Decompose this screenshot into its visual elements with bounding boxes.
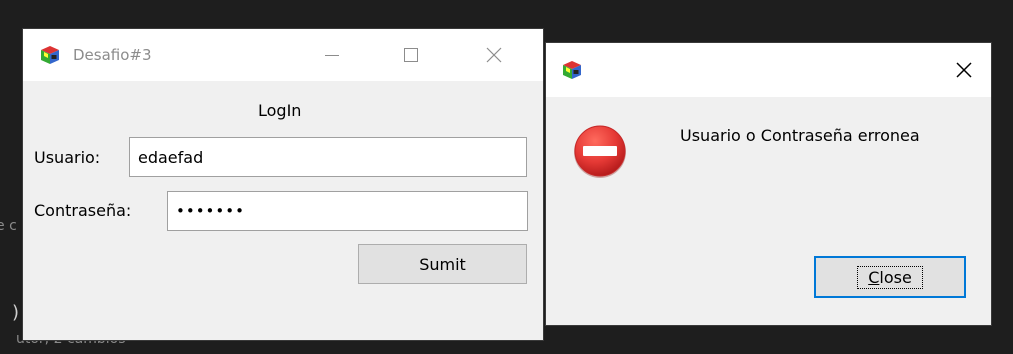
close-icon [486,47,502,63]
password-input[interactable]: ••••••• [167,191,528,231]
username-input[interactable]: edaefad [129,137,527,177]
close-button[interactable] [471,29,517,81]
tk-cube-icon [562,60,582,80]
dialog-close-button[interactable] [941,43,987,97]
window-title: Desafio#3 [73,46,152,64]
dialog-titlebar [546,43,991,97]
maximize-button[interactable] [388,29,434,81]
background-text-fragment: e c [0,218,17,234]
dialog-close-action-button[interactable]: Close [814,256,966,298]
background-text-fragment: ) [12,302,20,323]
username-label: Usuario: [34,148,101,167]
login-heading: LogIn [258,101,302,120]
login-titlebar: Desafio#3 [23,29,543,81]
submit-button[interactable]: Sumit [358,244,527,284]
error-stop-icon [572,123,628,179]
close-icon [956,62,972,78]
error-message: Usuario o Contraseña erronea [680,126,920,145]
password-label: Contraseña: [34,201,132,220]
close-button-label: Close [857,265,923,289]
maximize-icon [404,48,418,62]
error-dialog: Usuario o Contraseña erronea Close [546,43,991,325]
minimize-icon [325,55,339,56]
minimize-button[interactable] [309,29,355,81]
login-window: Desafio#3 LogIn Usuario: edaefad Contras… [23,29,543,340]
tk-cube-icon [40,45,60,65]
